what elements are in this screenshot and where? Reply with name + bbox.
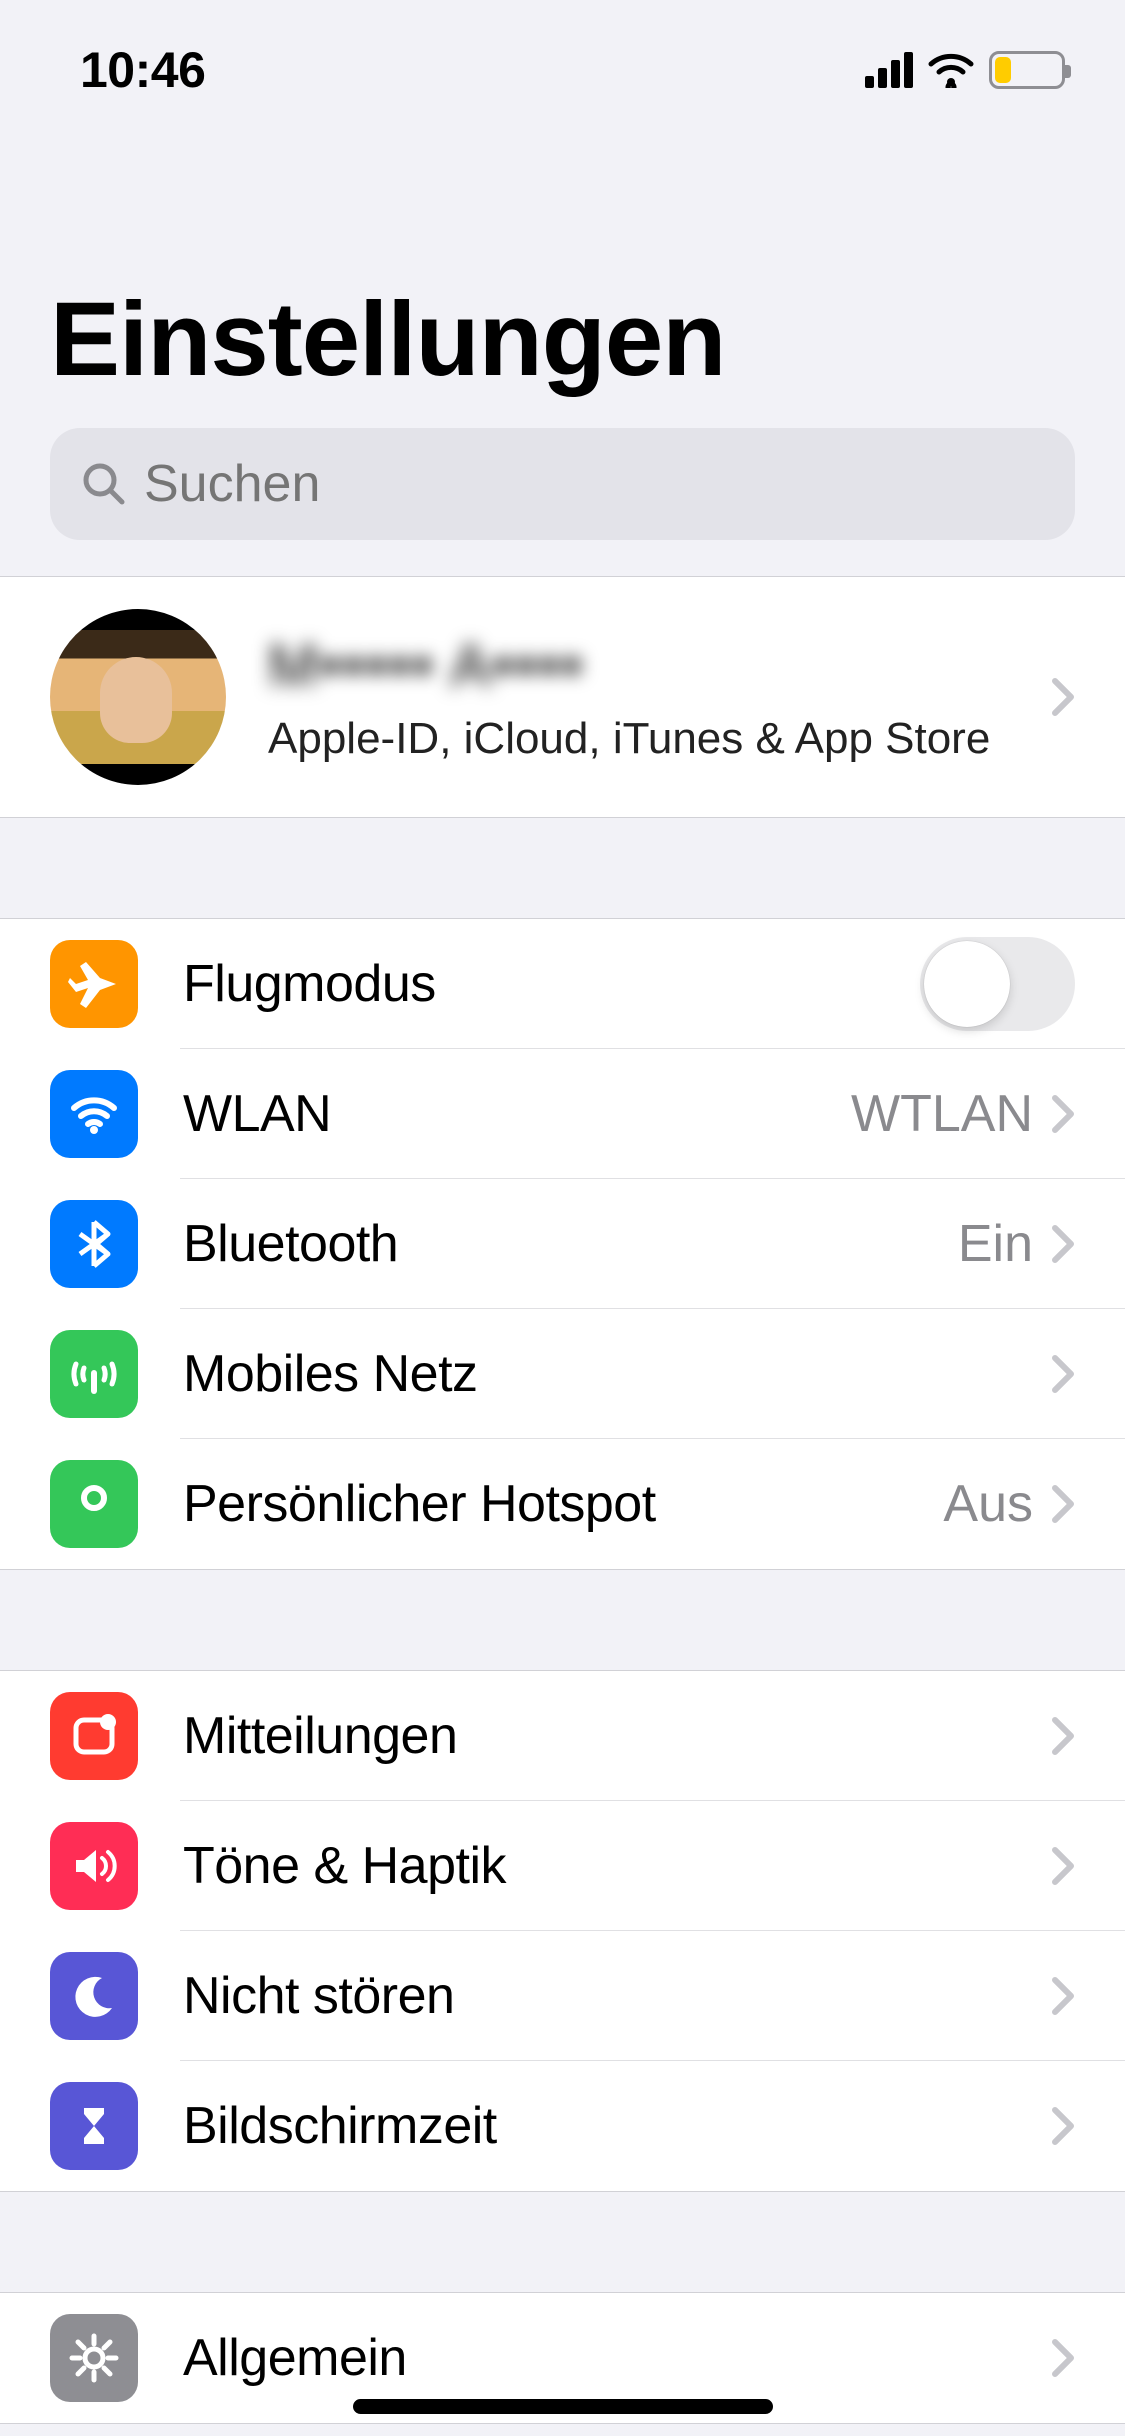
cellular-icon <box>50 1330 138 1418</box>
hotspot-icon <box>50 1460 138 1548</box>
group-account: M••••• A•••• Apple-ID, iCloud, iTunes & … <box>0 576 1125 818</box>
row-notifications[interactable]: Mitteilungen <box>0 1671 1125 1801</box>
chevron-right-icon <box>1051 2106 1075 2146</box>
bluetooth-icon <box>50 1200 138 1288</box>
search-icon <box>80 460 128 508</box>
avatar <box>50 609 226 785</box>
wifi-icon <box>927 52 975 88</box>
row-airplane-mode[interactable]: Flugmodus <box>0 919 1125 1049</box>
page-title: Einstellungen <box>50 280 1075 400</box>
airplane-icon <box>50 940 138 1028</box>
chevron-right-icon <box>1051 1716 1075 1756</box>
account-name: M••••• A•••• <box>268 631 1051 700</box>
group-notifications: Mitteilungen Töne & Haptik Nicht stören … <box>0 1670 1125 2192</box>
group-connectivity: Flugmodus WLAN WTLAN Bluetooth Ein Mobil… <box>0 918 1125 1570</box>
sounds-icon <box>50 1822 138 1910</box>
row-bluetooth[interactable]: Bluetooth Ein <box>0 1179 1125 1309</box>
row-value: WTLAN <box>851 1084 1033 1144</box>
row-apple-id[interactable]: M••••• A•••• Apple-ID, iCloud, iTunes & … <box>0 577 1125 817</box>
row-screen-time[interactable]: Bildschirmzeit <box>0 2061 1125 2191</box>
home-indicator[interactable] <box>353 2399 773 2414</box>
row-label: Nicht stören <box>183 1966 1051 2026</box>
row-do-not-disturb[interactable]: Nicht stören <box>0 1931 1125 2061</box>
battery-icon <box>989 51 1065 89</box>
chevron-right-icon <box>1051 1484 1075 1524</box>
status-time: 10:46 <box>80 41 205 99</box>
account-subtitle: Apple-ID, iCloud, iTunes & App Store <box>268 714 1051 764</box>
row-label: WLAN <box>183 1084 851 1144</box>
chevron-right-icon <box>1051 1224 1075 1264</box>
status-bar: 10:46 <box>0 0 1125 140</box>
row-cellular[interactable]: Mobiles Netz <box>0 1309 1125 1439</box>
header: Einstellungen <box>0 140 1125 400</box>
chevron-right-icon <box>1051 1846 1075 1886</box>
row-label: Persönlicher Hotspot <box>183 1474 943 1534</box>
status-indicators <box>865 51 1065 89</box>
row-value: Ein <box>958 1214 1033 1274</box>
chevron-right-icon <box>1051 2338 1075 2378</box>
moon-icon <box>50 1952 138 2040</box>
row-hotspot[interactable]: Persönlicher Hotspot Aus <box>0 1439 1125 1569</box>
wifi-settings-icon <box>50 1070 138 1158</box>
chevron-right-icon <box>1051 1354 1075 1394</box>
row-label: Töne & Haptik <box>183 1836 1051 1896</box>
notifications-icon <box>50 1692 138 1780</box>
row-wlan[interactable]: WLAN WTLAN <box>0 1049 1125 1179</box>
chevron-right-icon <box>1051 677 1075 717</box>
airplane-toggle[interactable] <box>920 937 1075 1031</box>
hourglass-icon <box>50 2082 138 2170</box>
search-input[interactable] <box>144 454 1045 514</box>
chevron-right-icon <box>1051 1976 1075 2016</box>
gear-icon <box>50 2314 138 2402</box>
chevron-right-icon <box>1051 1094 1075 1134</box>
row-label: Mobiles Netz <box>183 1344 1051 1404</box>
row-label: Allgemein <box>183 2328 1051 2388</box>
row-label: Flugmodus <box>183 954 920 1014</box>
search-field[interactable] <box>50 428 1075 540</box>
row-label: Bluetooth <box>183 1214 958 1274</box>
cell-signal-icon <box>865 52 913 88</box>
row-sounds[interactable]: Töne & Haptik <box>0 1801 1125 1931</box>
row-label: Bildschirmzeit <box>183 2096 1051 2156</box>
row-value: Aus <box>943 1474 1033 1534</box>
row-label: Mitteilungen <box>183 1706 1051 1766</box>
